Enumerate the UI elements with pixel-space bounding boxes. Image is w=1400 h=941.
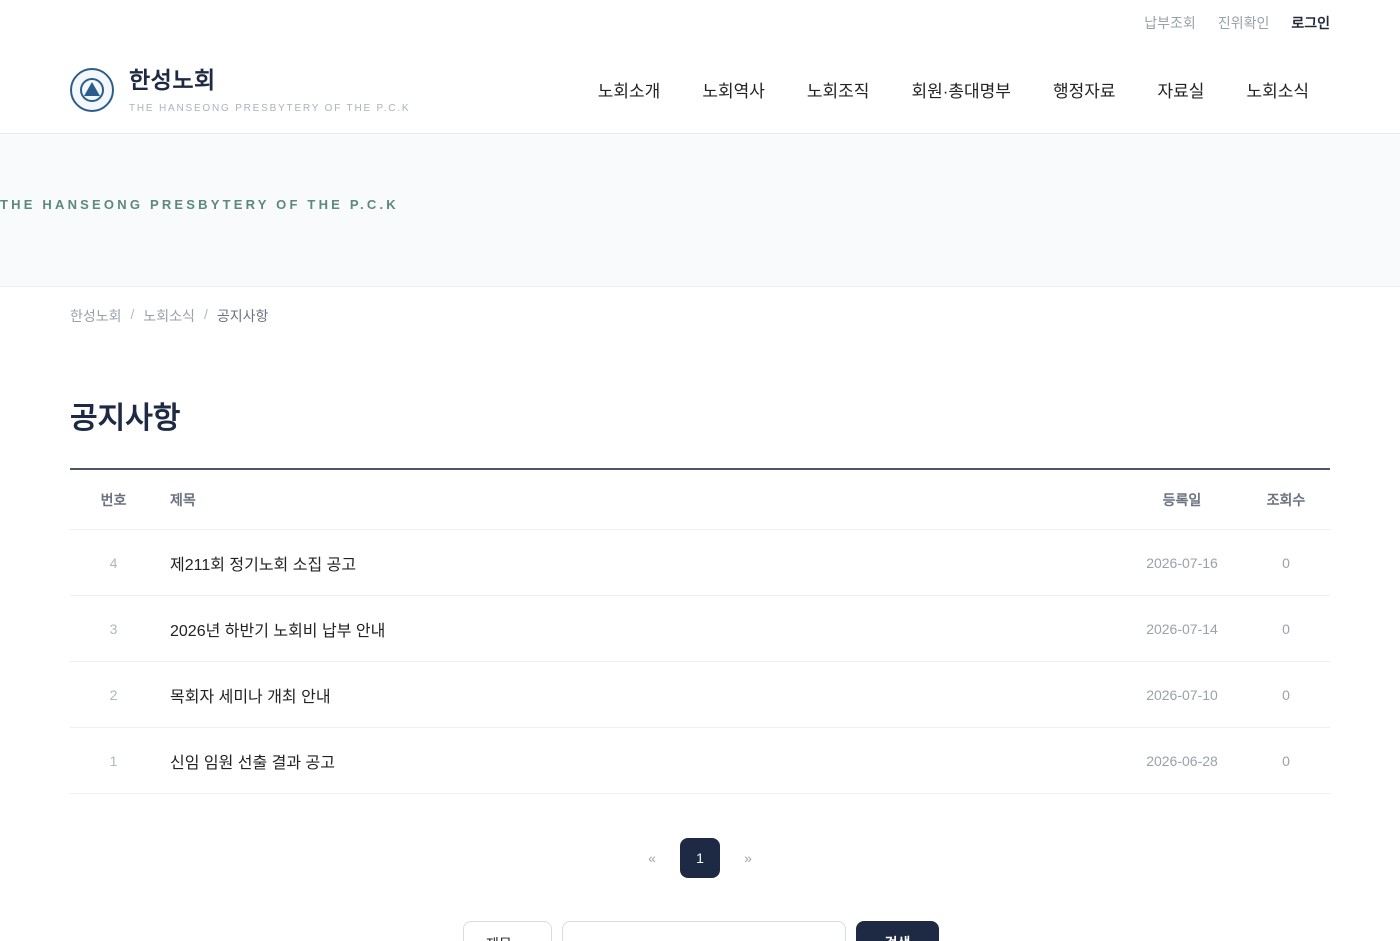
search-bar: 제목 검색	[463, 921, 939, 941]
breadcrumb-home[interactable]: 한성노회	[70, 306, 122, 326]
search-button[interactable]: 검색	[856, 921, 939, 941]
nav-item-history[interactable]: 노회역사	[681, 77, 786, 102]
breadcrumb-separator: /	[130, 306, 135, 322]
logo-subtitle: THE HANSEONG PRESBYTERY OF THE P.C.K	[129, 103, 411, 114]
row-title-link[interactable]: 목회자 세미나 개최 안내	[157, 683, 1102, 707]
utility-links: 납부조회 진위확인 로그인	[1144, 13, 1330, 33]
table-header-row: 번호 제목 등록일 조회수	[70, 470, 1330, 530]
nav-item-admin-docs[interactable]: 행정자료	[1032, 77, 1137, 102]
breadcrumb-current: 공지사항	[216, 308, 269, 324]
row-title-link[interactable]: 신임 임원 선출 결과 공고	[157, 749, 1102, 773]
presbytery-seal-icon	[70, 68, 114, 112]
row-views: 0	[1282, 752, 1290, 769]
row-views: 0	[1282, 554, 1290, 571]
pagination: « 1 »	[0, 838, 1400, 878]
logo-title: 한성노회	[129, 67, 216, 93]
logo-text: 한성노회 THE HANSEONG PRESBYTERY OF THE P.C.…	[129, 66, 410, 114]
row-number: 2	[109, 686, 118, 703]
site-header: 한성노회 THE HANSEONG PRESBYTERY OF THE P.C.…	[0, 44, 1400, 134]
site-logo[interactable]: 한성노회 THE HANSEONG PRESBYTERY OF THE P.C.…	[70, 66, 410, 114]
breadcrumb-section[interactable]: 노회소식	[143, 306, 195, 326]
search-input[interactable]	[562, 921, 846, 941]
nav-item-organization[interactable]: 노회조직	[786, 77, 891, 102]
notice-table: 번호 제목 등록일 조회수 4 제211회 정기노회 소집 공고 2026-07…	[70, 468, 1330, 794]
column-header-views: 조회수	[1266, 491, 1306, 508]
row-date: 2026-07-14	[1146, 620, 1218, 637]
row-number: 4	[109, 554, 118, 571]
hero-text: THE HANSEONG PRESBYTERY OF THE P.C.K	[0, 197, 399, 212]
table-row[interactable]: 2 목회자 세미나 개최 안내 2026-07-10 0	[70, 662, 1330, 728]
search-field-select[interactable]: 제목	[463, 921, 552, 941]
column-header-date: 등록일	[1162, 491, 1202, 508]
nav-item-about[interactable]: 노회소개	[577, 77, 682, 102]
row-views: 0	[1282, 620, 1290, 637]
row-title-link[interactable]: 2026년 하반기 노회비 납부 안내	[157, 617, 1102, 641]
row-title-link[interactable]: 제211회 정기노회 소집 공고	[157, 551, 1102, 575]
table-row[interactable]: 3 2026년 하반기 노회비 납부 안내 2026-07-14 0	[70, 596, 1330, 662]
page-title: 공지사항	[70, 402, 181, 435]
column-header-title: 제목	[170, 491, 196, 508]
payment-inquiry-link[interactable]: 납부조회	[1144, 13, 1196, 33]
row-number: 1	[109, 752, 118, 769]
breadcrumb-separator: /	[203, 306, 208, 322]
utility-bar: 납부조회 진위확인 로그인	[0, 0, 1400, 44]
table-row[interactable]: 4 제211회 정기노회 소집 공고 2026-07-16 0	[70, 530, 1330, 596]
pagination-prev-button[interactable]: «	[642, 850, 662, 866]
pagination-page-current[interactable]: 1	[680, 838, 720, 878]
row-date: 2026-07-10	[1146, 686, 1218, 703]
nav-item-news[interactable]: 노회소식	[1225, 77, 1330, 102]
row-number: 3	[109, 620, 118, 637]
table-row[interactable]: 1 신임 임원 선출 결과 공고 2026-06-28 0	[70, 728, 1330, 794]
authenticity-check-link[interactable]: 진위확인	[1218, 13, 1270, 33]
breadcrumb: 한성노회 / 노회소식 / 공지사항	[70, 306, 268, 326]
main-nav: 노회소개 노회역사 노회조직 회원·총대명부 행정자료 자료실 노회소식	[577, 77, 1330, 102]
column-header-number: 번호	[100, 491, 127, 508]
page-hero-banner: THE HANSEONG PRESBYTERY OF THE P.C.K	[0, 135, 1400, 287]
row-views: 0	[1282, 686, 1290, 703]
nav-item-members[interactable]: 회원·총대명부	[890, 77, 1032, 102]
pagination-next-button[interactable]: »	[738, 850, 758, 866]
row-date: 2026-06-28	[1146, 752, 1218, 769]
row-date: 2026-07-16	[1146, 554, 1218, 571]
nav-item-archive[interactable]: 자료실	[1137, 77, 1226, 102]
login-link[interactable]: 로그인	[1291, 13, 1330, 33]
